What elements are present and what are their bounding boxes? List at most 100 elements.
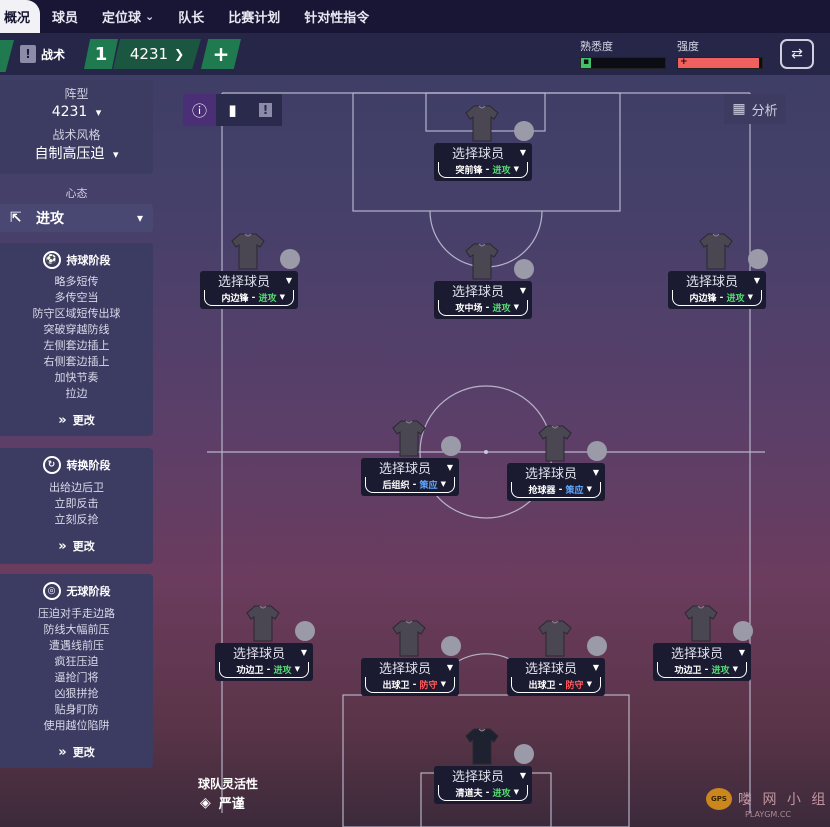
in-possession-list: 略多短传 多传空当 防守区域短传出球 突破穿越防线 左侧套边插上 右侧套边插上 …: [0, 274, 153, 402]
out-of-possession-change-button[interactable]: » 更改: [0, 744, 153, 760]
dropdown-caret-icon: ▼: [300, 648, 307, 657]
duty-label: 策应: [565, 486, 584, 496]
chevron-down-icon: ❯: [174, 47, 185, 61]
player-card[interactable]: 选择球员 ▼ 攻中场 - 进攻 ▼: [434, 281, 532, 319]
role-selector[interactable]: 后组织 - 策应 ▼: [365, 477, 455, 493]
transition-title-text: 转换阶段: [66, 459, 111, 472]
shirt-icon: [465, 243, 499, 280]
role-separator: -: [482, 302, 493, 313]
select-player-label: 选择球员: [451, 770, 504, 785]
role-selector[interactable]: 攻中场 - 进攻 ▼: [438, 300, 528, 316]
select-player-label: 选择球员: [670, 647, 723, 662]
alert-view-tab[interactable]: !: [249, 94, 282, 126]
select-player-dropdown[interactable]: 选择球员 ▼: [361, 458, 459, 477]
player-card[interactable]: 选择球员 ▼ 出球卫 - 防守 ▼: [507, 658, 605, 696]
select-player-dropdown[interactable]: 选择球员 ▼: [200, 271, 298, 290]
role-separator: -: [409, 479, 420, 490]
select-player-dropdown[interactable]: 选择球员 ▼: [434, 281, 532, 300]
player-card[interactable]: 选择球员 ▼ 功边卫 - 进攻 ▼: [653, 643, 751, 681]
change-label: 更改: [72, 414, 95, 427]
tab-captains[interactable]: 队长: [166, 0, 216, 33]
dropdown-caret-icon: ▼: [586, 680, 592, 688]
select-player-dropdown[interactable]: 选择球员 ▼: [361, 658, 459, 677]
role-name: 出球卫: [382, 681, 410, 691]
in-possession-change-button[interactable]: » 更改: [0, 412, 153, 428]
style-selector[interactable]: 自制高压迫 ▾: [0, 143, 153, 163]
role-selector[interactable]: 出球卫 - 防守 ▼: [365, 677, 455, 693]
info-icon: !: [20, 45, 36, 63]
role-selector[interactable]: 内边锋 - 进攻 ▼: [672, 290, 762, 306]
transition-change-button[interactable]: » 更改: [0, 538, 153, 554]
select-player-dropdown[interactable]: 选择球员 ▼: [653, 643, 751, 662]
tactics-button[interactable]: ! 战术: [20, 41, 65, 67]
shirt-icon: [538, 425, 572, 462]
shirt-icon: [392, 620, 426, 657]
player-card[interactable]: 选择球员 ▼ 清道夫 - 进攻 ▼: [434, 766, 532, 804]
style-value: 自制高压迫: [34, 146, 105, 162]
select-player-dropdown[interactable]: 选择球员 ▼: [507, 463, 605, 482]
tab-overview[interactable]: 概况: [0, 0, 41, 33]
swap-icon[interactable]: ⇄: [780, 39, 814, 69]
shirt-icon: [684, 605, 718, 642]
player-card[interactable]: 选择球员 ▼ 内边锋 - 进攻 ▼: [668, 271, 766, 309]
tab-players[interactable]: 球员: [40, 0, 90, 33]
in-possession-panel: ⚽ 持球阶段 略多短传 多传空当 防守区域短传出球 突破穿越防线 左侧套边插上 …: [0, 243, 153, 436]
top-navigation: 概况 球员 定位球 ⌄ 队长 比赛计划 针对性指令: [0, 0, 830, 33]
select-player-dropdown[interactable]: 选择球员 ▼: [215, 643, 313, 662]
role-name: 攻中场: [455, 304, 483, 314]
familiarity-meter[interactable]: 熟悉度 ▪: [580, 38, 666, 69]
mentality-selector[interactable]: ⇱ 进攻 ▾: [0, 204, 153, 232]
player-card[interactable]: 选择球员 ▼ 突前锋 - 进攻 ▼: [434, 143, 532, 181]
tab-opposition-instructions[interactable]: 针对性指令: [292, 0, 381, 33]
analysis-button[interactable]: ▦ 分析: [724, 94, 786, 124]
intensity-fill: [678, 58, 759, 68]
select-player-dropdown[interactable]: 选择球员 ▼: [668, 271, 766, 290]
role-selector[interactable]: 功边卫 - 进攻 ▼: [219, 662, 309, 678]
player-card[interactable]: 选择球员 ▼ 后组织 - 策应 ▼: [361, 458, 459, 496]
dropdown-caret-icon: ▼: [732, 665, 738, 673]
formation-value: 4231: [51, 104, 88, 120]
bar-chart-icon: ▮: [228, 101, 237, 119]
tab-match-plan[interactable]: 比赛计划: [216, 0, 292, 33]
instruction-item: 使用越位陷阱: [43, 719, 110, 732]
duty-label: 进攻: [711, 666, 730, 676]
role-separator: -: [482, 164, 493, 175]
select-player-dropdown[interactable]: 选择球员 ▼: [434, 143, 532, 162]
shirt-icon: [538, 620, 572, 657]
player-card[interactable]: 选择球员 ▼ 功边卫 - 进攻 ▼: [215, 643, 313, 681]
tactic-slot-1[interactable]: 1 4231 ❯ +: [84, 39, 241, 69]
player-card[interactable]: 选择球员 ▼ 抢球器 - 策应 ▼: [507, 463, 605, 501]
role-selector[interactable]: 功边卫 - 进攻 ▼: [657, 662, 747, 678]
dropdown-caret-icon: ▼: [519, 286, 526, 295]
tactic-slot-number: 1: [84, 39, 118, 69]
role-selector[interactable]: 内边锋 - 进攻 ▼: [204, 290, 294, 306]
role-selector[interactable]: 清道夫 - 进攻 ▼: [438, 785, 528, 801]
in-possession-title: ⚽ 持球阶段: [0, 251, 153, 269]
tactic-formation-selector[interactable]: 4231 ❯: [113, 39, 201, 69]
watermark-text: 喽 网 小 组: [738, 792, 829, 808]
tab-set-pieces[interactable]: 定位球 ⌄: [90, 0, 166, 33]
duty-label: 进攻: [258, 294, 277, 304]
transition-list: 出给边后卫 立即反击 立刻反抢: [0, 480, 153, 528]
select-player-dropdown[interactable]: 选择球员 ▼: [434, 766, 532, 785]
watermark-subtext: PLAYGM.CC: [745, 810, 792, 819]
player-card[interactable]: 选择球员 ▼ 出球卫 - 防守 ▼: [361, 658, 459, 696]
formation-selector[interactable]: 4231 ▾: [0, 104, 153, 120]
role-selector[interactable]: 突前锋 - 进攻 ▼: [438, 162, 528, 178]
fluidity-value: 严谨: [218, 797, 245, 812]
shirt-icon: [465, 728, 499, 765]
select-player-label: 选择球员: [685, 275, 738, 290]
fluidity-indicator[interactable]: ◈ 严谨: [200, 793, 245, 813]
stats-view-tab[interactable]: ▮: [216, 94, 249, 126]
role-name: 清道夫: [455, 789, 483, 799]
select-player-dropdown[interactable]: 选择球员 ▼: [507, 658, 605, 677]
role-selector[interactable]: 抢球器 - 策应 ▼: [511, 482, 601, 498]
player-card[interactable]: 选择球员 ▼ 内边锋 - 进攻 ▼: [200, 271, 298, 309]
info-view-tab[interactable]: ⓘ: [183, 94, 216, 126]
role-separator: -: [701, 664, 712, 675]
role-selector[interactable]: 出球卫 - 防守 ▼: [511, 677, 601, 693]
add-tactic-button[interactable]: +: [201, 39, 241, 69]
intensity-meter[interactable]: 强度 +: [677, 38, 763, 69]
transition-cycle-icon: ↻: [42, 456, 61, 474]
role-separator: -: [263, 664, 274, 675]
